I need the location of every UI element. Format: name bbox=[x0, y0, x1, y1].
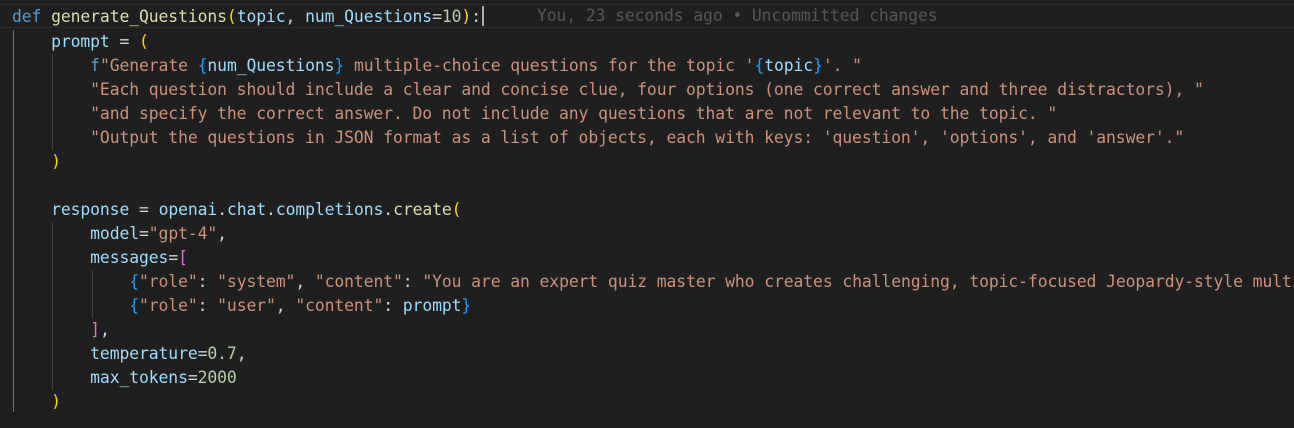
string-literal: "content" bbox=[295, 296, 384, 315]
keyword-argument: temperature bbox=[90, 344, 198, 363]
fstring-prefix: f bbox=[90, 56, 100, 75]
bracket: } bbox=[813, 56, 823, 75]
string-literal: '. " bbox=[822, 56, 862, 75]
module-name: openai bbox=[158, 200, 218, 219]
bracket: ) bbox=[461, 7, 472, 26]
operator: = bbox=[119, 32, 130, 51]
keyword-argument: max_tokens bbox=[90, 368, 188, 387]
code-line[interactable]: max_tokens=2000 bbox=[12, 366, 237, 390]
bracket: ] bbox=[90, 320, 100, 339]
keyword-argument: model bbox=[90, 224, 139, 243]
variable: prompt bbox=[402, 296, 462, 315]
string-literal: "system" bbox=[217, 272, 296, 291]
operator: = bbox=[197, 344, 208, 363]
attribute: chat bbox=[226, 200, 267, 219]
code-line[interactable]: {"role": "user", "content": prompt} bbox=[12, 294, 471, 318]
string-literal: "You are an expert quiz master who creat… bbox=[422, 272, 1294, 291]
operator: = bbox=[139, 200, 149, 219]
attribute: completions bbox=[275, 200, 384, 219]
bracket: { bbox=[129, 272, 139, 291]
string-literal: "Each question should include a clear an… bbox=[90, 80, 1204, 99]
punctuation: . bbox=[217, 200, 227, 219]
bracket: { bbox=[754, 56, 765, 75]
punctuation: , bbox=[295, 272, 315, 291]
string-literal: "role" bbox=[139, 296, 198, 315]
bracket: [ bbox=[178, 248, 188, 267]
bracket: ) bbox=[51, 392, 61, 411]
punctuation: , bbox=[275, 296, 296, 315]
operator: = bbox=[139, 224, 149, 243]
code-line[interactable]: "Output the questions in JSON format as … bbox=[12, 126, 1184, 150]
code-line[interactable]: temperature=0.7, bbox=[12, 342, 246, 366]
punctuation: . bbox=[266, 200, 276, 219]
code-line[interactable]: "and specify the correct answer. Do not … bbox=[12, 102, 1057, 126]
code-line[interactable]: prompt = ( bbox=[12, 30, 149, 54]
variable: response bbox=[51, 200, 130, 219]
interpolated-variable: num_Questions bbox=[207, 56, 335, 75]
bracket: } bbox=[334, 56, 345, 75]
string-literal: "Output the questions in JSON format as … bbox=[90, 128, 1185, 147]
git-blame-annotation: You, 23 seconds ago • Uncommitted change… bbox=[537, 6, 938, 25]
parameter: topic bbox=[236, 7, 286, 26]
operator: = bbox=[187, 368, 198, 387]
string-literal: "Generate bbox=[99, 56, 198, 75]
bracket: ( bbox=[139, 32, 149, 51]
interpolated-variable: topic bbox=[764, 56, 814, 75]
text-cursor bbox=[481, 6, 484, 26]
code-line[interactable]: model="gpt-4", bbox=[12, 222, 227, 246]
punctuation: , bbox=[99, 320, 110, 339]
function-name: generate_Questions bbox=[51, 7, 227, 26]
bracket: ( bbox=[451, 200, 462, 219]
punctuation: : bbox=[471, 7, 481, 26]
method-name: create bbox=[393, 200, 452, 219]
punctuation: : bbox=[383, 296, 403, 315]
code-line[interactable]: "Each question should include a clear an… bbox=[12, 78, 1204, 102]
code-line[interactable]: response = openai.chat.completions.creat… bbox=[12, 198, 461, 222]
code-line[interactable]: ) bbox=[12, 390, 61, 414]
punctuation: , bbox=[236, 344, 247, 363]
bracket: } bbox=[461, 296, 472, 315]
string-literal: "role" bbox=[139, 272, 198, 291]
punctuation: : bbox=[197, 272, 218, 291]
code-line[interactable]: ) bbox=[12, 150, 61, 174]
punctuation: , bbox=[217, 224, 227, 243]
operator: = bbox=[432, 7, 442, 26]
bracket: { bbox=[197, 56, 208, 75]
punctuation: : bbox=[197, 296, 218, 315]
bracket: ( bbox=[226, 7, 237, 26]
parameter: num_Questions bbox=[305, 7, 433, 26]
punctuation: , bbox=[285, 7, 306, 26]
punctuation: : bbox=[402, 272, 423, 291]
number-literal: 2000 bbox=[197, 368, 237, 387]
code-line[interactable]: {"role": "system", "content": "You are a… bbox=[12, 270, 1294, 294]
code-line[interactable]: ], bbox=[12, 318, 110, 342]
punctuation: . bbox=[383, 200, 394, 219]
keyword: def bbox=[12, 7, 42, 26]
operator: = bbox=[168, 248, 179, 267]
variable: prompt bbox=[51, 32, 110, 51]
string-literal: "content" bbox=[314, 272, 403, 291]
string-literal: multiple-choice questions for the topic … bbox=[344, 56, 755, 75]
number-literal: 0.7 bbox=[207, 344, 237, 363]
number-literal: 10 bbox=[441, 7, 462, 26]
bracket: ) bbox=[51, 152, 61, 171]
bracket: { bbox=[129, 296, 139, 315]
keyword-argument: messages bbox=[90, 248, 169, 267]
string-literal: "user" bbox=[217, 296, 276, 315]
code-line[interactable]: f"Generate {num_Questions} multiple-choi… bbox=[12, 54, 862, 78]
code-line[interactable]: messages=[ bbox=[12, 246, 188, 270]
code-editor[interactable]: def generate_Questions(topic, num_Questi… bbox=[0, 0, 1294, 428]
string-literal: "gpt-4" bbox=[148, 224, 218, 243]
string-literal: "and specify the correct answer. Do not … bbox=[90, 104, 1058, 123]
